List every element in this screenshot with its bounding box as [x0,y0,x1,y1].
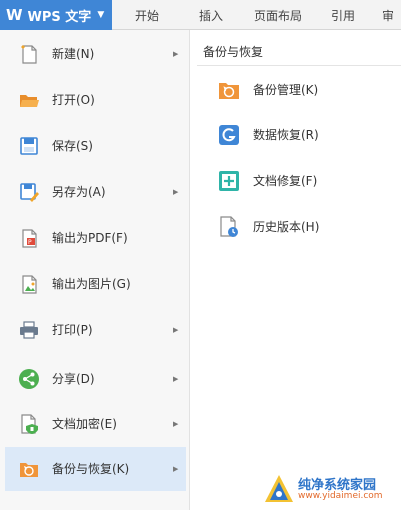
menu-item-label: 新建(N) [52,47,95,61]
data-recovery-icon [219,125,239,145]
menu-item-export-pdf[interactable]: P 输出为PDF(F) [5,216,186,260]
tab-insert[interactable]: 插入 [188,0,234,30]
menu-item-save-as[interactable]: 另存为(A) ▶ [5,170,186,214]
caret-down-icon: ▼ [97,10,105,20]
backup-icon [20,463,38,477]
submenu-item-label: 备份管理(K) [253,83,319,97]
submenu-item-doc-repair[interactable]: 文档修复(F) [213,166,393,196]
wps-app-menu-button[interactable]: W WPS 文字 ▼ [0,0,112,30]
watermark-url: www.yidaimei.com [298,491,383,501]
backup-manage-icon [219,83,239,99]
tab-references[interactable]: 引用 [320,0,366,30]
top-bar: W WPS 文字 ▼ 开始 插入 页面布局 引用 审 [0,0,401,30]
save-as-icon [20,183,39,202]
watermark: 纯净系统家园 www.yidaimei.com [262,472,401,506]
history-version-icon [220,216,238,237]
submenu-item-label: 文档修复(F) [253,174,318,188]
menu-item-label: 另存为(A) [52,185,106,199]
tab-page-layout[interactable]: 页面布局 [244,0,312,30]
menu-item-save[interactable]: 保存(S) [5,124,186,168]
submenu-item-label: 历史版本(H) [253,220,320,234]
pdf-icon: P [22,229,37,248]
menu-item-open[interactable]: 打开(O) [5,78,186,122]
panel-divider [197,65,401,66]
tab-review[interactable]: 审 [382,0,401,30]
menu-item-backup-restore[interactable]: 备份与恢复(K) ▶ [5,447,186,491]
encrypt-icon [21,414,38,434]
panel-title: 备份与恢复 [203,45,264,59]
menu-item-label: 文档加密(E) [52,417,117,431]
svg-text:P: P [28,239,32,246]
image-export-icon [22,275,37,294]
submenu-item-history-version[interactable]: 历史版本(H) [213,212,393,242]
submenu-arrow-icon: ▶ [173,420,179,428]
menu-item-encrypt[interactable]: 文档加密(E) ▶ [5,402,186,446]
submenu-arrow-icon: ▶ [173,465,179,473]
menu-item-label: 备份与恢复(K) [52,462,130,476]
menu-item-new[interactable]: 新建(N) ▶ [5,32,186,76]
submenu-arrow-icon: ▶ [173,188,179,196]
submenu-item-data-recovery[interactable]: 数据恢复(R) [213,120,393,150]
new-doc-icon [21,45,37,64]
submenu-arrow-icon: ▶ [173,50,179,58]
open-folder-icon [20,95,39,107]
submenu-arrow-icon: ▶ [173,375,179,383]
watermark-logo-icon [265,475,293,502]
menu-item-label: 输出为图片(G) [52,277,131,291]
save-icon [20,137,38,155]
doc-repair-icon [219,171,239,191]
menu-item-label: 输出为PDF(F) [52,231,128,245]
menu-item-label: 打开(O) [52,93,95,107]
app-menu-label: WPS 文字 [27,9,92,25]
menu-item-share[interactable]: 分享(D) ▶ [5,357,186,401]
backup-restore-panel: 备份与恢复 备份管理(K) 数据恢复(R) 文档修复(F) 历史版本(H) [191,30,401,510]
menu-item-export-image[interactable]: 输出为图片(G) [5,262,186,306]
print-icon [20,321,38,339]
menu-item-label: 保存(S) [52,139,93,153]
submenu-item-backup-manage[interactable]: 备份管理(K) [213,75,393,105]
file-menu: 新建(N) ▶ 打开(O) 保存(S) 另存为(A) ▶ P 输出为PDF(F)… [0,30,190,510]
menu-item-label: 分享(D) [52,372,95,386]
submenu-arrow-icon: ▶ [173,326,179,334]
wps-logo-icon: W [6,6,23,24]
menu-item-print[interactable]: 打印(P) ▶ [5,308,186,352]
share-icon [19,369,39,389]
menu-item-label: 打印(P) [52,323,93,337]
submenu-item-label: 数据恢复(R) [253,128,319,142]
tab-home[interactable]: 开始 [124,0,170,30]
